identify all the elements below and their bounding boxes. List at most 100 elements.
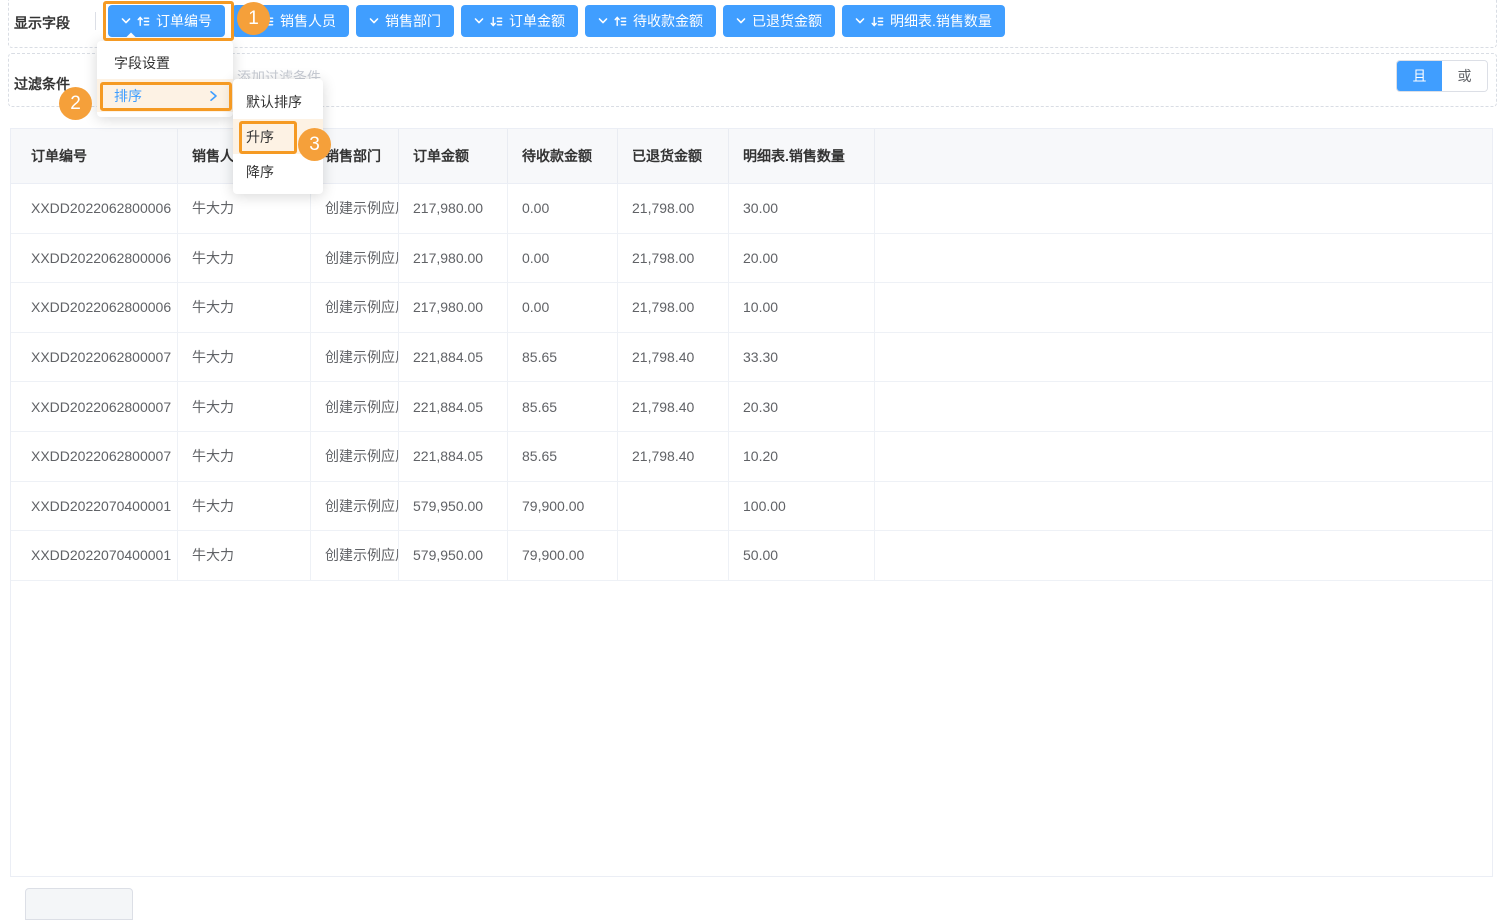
table-row[interactable]: XXDD2022062800007牛大力创建示例应用221,884.0585.6…: [11, 431, 1492, 482]
table-cell: 85.65: [508, 332, 618, 382]
table-cell: [618, 481, 729, 531]
menu-item-2[interactable]: 排序: [97, 79, 233, 112]
table-cell: 221,884.05: [399, 332, 508, 382]
chevron-down-icon: [369, 18, 379, 24]
menu-item-label: 字段设置: [114, 54, 170, 71]
table-cell: [875, 382, 1492, 431]
table-cell: 牛大力: [178, 481, 311, 531]
field-button-label: 明细表.销售数量: [890, 13, 992, 29]
field-button-4[interactable]: 订单金额: [461, 5, 578, 37]
field-button-3[interactable]: 销售部门: [356, 5, 454, 37]
table-row[interactable]: XXDD2022062800007牛大力创建示例应用221,884.0585.6…: [11, 382, 1492, 432]
table-cell: 创建示例应用: [311, 233, 399, 283]
chevron-down-icon: [855, 18, 865, 24]
table-cell: XXDD2022062800006: [11, 184, 178, 233]
table-row[interactable]: XXDD2022062800007牛大力创建示例应用221,884.0585.6…: [11, 332, 1492, 383]
table-row[interactable]: XXDD2022070400001牛大力创建示例应用579,950.0079,9…: [11, 531, 1492, 581]
table-cell: XXDD2022062800006: [11, 283, 178, 332]
sort-asc-icon: [261, 15, 274, 26]
field-button-label: 订单金额: [509, 13, 565, 29]
table-cell: 创建示例应用: [311, 481, 399, 531]
field-dropdown-menu: 字段设置排序: [97, 41, 233, 117]
column-header: 订单编号: [11, 129, 178, 183]
conjunction-toggle: 且 或: [1396, 60, 1488, 92]
chevron-down-icon: [736, 18, 746, 24]
submenu-item-label: 降序: [246, 163, 274, 180]
sort-asc-icon: [137, 15, 150, 26]
table-row[interactable]: XXDD2022062800006牛大力创建示例应用217,980.000.00…: [11, 233, 1492, 284]
table-cell: 0.00: [508, 233, 618, 283]
table-cell: 20.00: [729, 233, 875, 283]
bottom-partial-button[interactable]: [25, 888, 133, 920]
table-cell: 579,950.00: [399, 531, 508, 580]
table-cell: 创建示例应用: [311, 431, 399, 481]
column-header: 明细表.销售数量: [729, 129, 875, 183]
table-cell: 0.00: [508, 184, 618, 233]
field-button-2[interactable]: 销售人员: [232, 5, 349, 37]
table-cell: 221,884.05: [399, 431, 508, 481]
column-header: 已退货金额: [618, 129, 729, 183]
submenu-item-1[interactable]: 默认排序: [233, 84, 323, 119]
table-cell: 牛大力: [178, 431, 311, 481]
table-cell: 10.20: [729, 431, 875, 481]
field-button-label: 订单编号: [156, 13, 212, 29]
filter-label: 过滤条件: [14, 76, 70, 92]
display-fields-label: 显示字段: [14, 15, 70, 31]
table-cell: 20.30: [729, 382, 875, 431]
sort-submenu: 默认排序升序降序: [233, 79, 323, 194]
table-cell: 21,798.40: [618, 332, 729, 382]
table-cell: 79,900.00: [508, 531, 618, 580]
data-table: 订单编号 销售人员 销售部门 订单金额 待收款金额 已退货金额 明细表.销售数量 XXDD2…: [10, 128, 1493, 877]
table-cell: 10.00: [729, 283, 875, 332]
table-cell: 221,884.05: [399, 382, 508, 431]
field-button-label: 已退货金额: [752, 13, 822, 29]
table-cell: XXDD2022070400001: [11, 531, 178, 580]
sort-desc-icon: [871, 16, 884, 27]
table-cell: [875, 432, 1492, 481]
submenu-item-3[interactable]: 降序: [233, 154, 323, 189]
table-cell: 0.00: [508, 283, 618, 332]
table-cell: 100.00: [729, 481, 875, 531]
table-cell: XXDD2022062800007: [11, 332, 178, 382]
table-row[interactable]: XXDD2022070400001牛大力创建示例应用579,950.0079,9…: [11, 481, 1492, 532]
field-button-6[interactable]: 已退货金额: [723, 5, 835, 37]
field-button-label: 销售人员: [280, 13, 336, 29]
conjunction-or-button[interactable]: 或: [1442, 61, 1487, 91]
table-cell: 牛大力: [178, 332, 311, 382]
table-cell: XXDD2022070400001: [11, 481, 178, 531]
table-cell: 21,798.40: [618, 382, 729, 431]
chevron-down-icon: [598, 18, 608, 24]
menu-item-1[interactable]: 字段设置: [97, 46, 233, 79]
table-cell: XXDD2022062800007: [11, 382, 178, 431]
table-cell: 579,950.00: [399, 481, 508, 531]
table-cell: 牛大力: [178, 382, 311, 431]
table-cell: 79,900.00: [508, 481, 618, 531]
chevron-down-icon: [121, 18, 131, 24]
chevron-down-icon: [245, 18, 255, 24]
section-divider: [95, 12, 96, 30]
table-cell: 创建示例应用: [311, 382, 399, 431]
table-cell: 217,980.00: [399, 184, 508, 233]
submenu-item-label: 升序: [246, 128, 274, 145]
table-cell: 21,798.00: [618, 283, 729, 332]
table-cell: [875, 234, 1492, 283]
table-cell: 85.65: [508, 431, 618, 481]
conjunction-and-button[interactable]: 且: [1397, 61, 1442, 91]
table-row[interactable]: XXDD2022062800006牛大力创建示例应用217,980.000.00…: [11, 283, 1492, 333]
table-cell: [875, 531, 1492, 580]
field-button-7[interactable]: 明细表.销售数量: [842, 5, 1005, 37]
field-buttons-row: 订单编号 销售人员 销售部门 订单金额 待收款金额 已退货金额 明细表.销售数量: [108, 5, 1005, 37]
table-cell: 创建示例应用: [311, 283, 399, 332]
table-cell: 30.00: [729, 184, 875, 233]
table-cell: 牛大力: [178, 233, 311, 283]
field-button-1[interactable]: 订单编号: [108, 5, 225, 37]
table-cell: 牛大力: [178, 283, 311, 332]
table-cell: 创建示例应用: [311, 332, 399, 382]
sort-desc-icon: [490, 16, 503, 27]
table-cell: [875, 333, 1492, 382]
table-cell: [875, 184, 1492, 233]
field-button-5[interactable]: 待收款金额: [585, 5, 716, 37]
table-cell: 创建示例应用: [311, 184, 399, 233]
field-button-label: 待收款金额: [633, 13, 703, 29]
submenu-item-2[interactable]: 升序: [233, 119, 323, 154]
